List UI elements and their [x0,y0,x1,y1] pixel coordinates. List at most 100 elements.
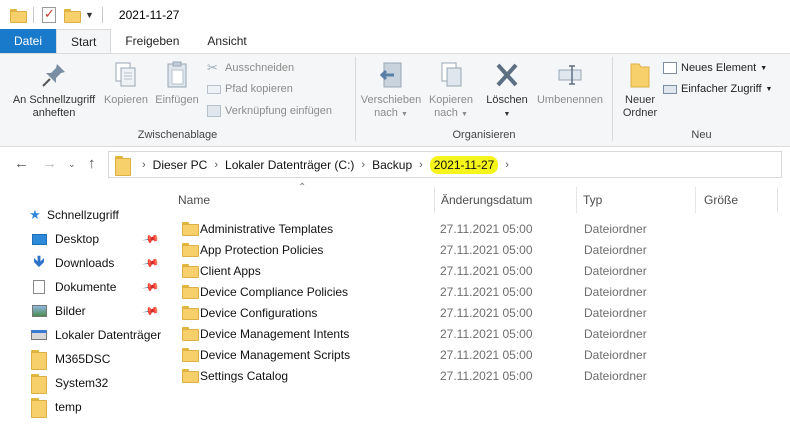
file-date: 27.11.2021 05:00 [440,326,533,341]
file-type: Dateiordner [584,347,647,362]
file-name: Settings Catalog [200,368,289,383]
tab-file[interactable]: Datei [0,29,56,53]
column-header-date[interactable]: Änderungsdatum [435,187,576,213]
chevron-right-icon[interactable]: › [361,159,365,171]
copy-to-button[interactable]: Kopieren nach ▼ [426,60,476,121]
new-group-label: Neu [691,129,712,141]
properties-icon[interactable] [42,6,56,23]
sidebar-item-quick-access[interactable]: ★ Schnellzugriff [28,204,119,226]
table-row[interactable]: Device Compliance Policies 27.11.2021 05… [176,281,782,302]
column-header-type[interactable]: Typ [577,187,695,213]
new-folder-line1: Neuer [625,94,655,106]
column-header-name[interactable]: Name [172,187,434,213]
pin-label-line1: An Schnellzugriff [12,94,96,106]
column-divider[interactable] [695,187,696,213]
paste-shortcut-button[interactable]: Verknüpfung einfügen [207,105,332,117]
copy-button[interactable]: Kopieren [102,60,150,107]
file-date: 27.11.2021 05:00 [440,242,533,257]
new-item-button[interactable]: Neues Element ▼ [663,62,767,74]
breadcrumb-current-folder[interactable]: 2021-11-27 [429,155,499,174]
tab-start[interactable]: Start [56,29,112,54]
pin-label-line2: anheften [32,107,76,119]
rename-icon [558,65,582,85]
chevron-right-icon[interactable]: › [214,159,218,171]
pin-quick-access-button[interactable]: An Schnellzugriff anheften [6,60,102,120]
table-row[interactable]: Administrative Templates 27.11.2021 05:0… [176,218,782,239]
breadcrumb-this-pc[interactable]: Dieser PC [153,158,208,172]
copy-path-button[interactable]: Pfad kopieren [207,83,293,95]
pin-icon[interactable]: 📌 [142,278,161,297]
customize-quick-access-dropdown[interactable]: ▼ [85,10,94,20]
easy-access-button[interactable]: Einfacher Zugriff ▼ [663,83,772,95]
file-name: Client Apps [200,263,261,278]
file-type: Dateiordner [584,221,647,236]
sidebar-item-m365dsc[interactable]: M365DSC [30,348,110,370]
sidebar-item-label: temp [55,400,82,414]
file-name: Administrative Templates [200,221,334,236]
file-date: 27.11.2021 05:00 [440,368,533,383]
folder-icon [10,8,27,23]
paste-shortcut-label: Verknüpfung einfügen [225,105,333,117]
easy-access-icon [663,84,677,94]
sidebar-item-documents[interactable]: Dokumente [30,276,116,298]
table-row[interactable]: Device Management Intents 27.11.2021 05:… [176,323,782,344]
table-row[interactable]: Client Apps 27.11.2021 05:00 Dateiordner [176,260,782,281]
address-bar[interactable]: › Dieser PC › Lokaler Datenträger (C:) ›… [108,151,782,178]
pin-icon[interactable]: 📌 [142,302,161,321]
pin-icon[interactable]: 📌 [142,230,161,249]
new-folder-button[interactable]: Neuer Ordner [615,60,665,120]
table-row[interactable]: Settings Catalog 27.11.2021 05:00 Dateio… [176,365,782,386]
column-divider[interactable] [777,187,778,213]
new-folder-line2: Ordner [622,107,658,119]
sidebar-item-desktop[interactable]: Desktop [30,228,99,250]
forward-arrow-icon[interactable]: → [42,155,57,172]
sidebar-item-local-disk[interactable]: Lokaler Datenträger [30,324,161,346]
pin-icon[interactable]: 📌 [142,254,161,273]
breadcrumb-backup[interactable]: Backup [372,158,412,172]
folder-icon [182,327,199,341]
sidebar-item-temp[interactable]: temp [30,396,82,418]
recent-locations-dropdown[interactable]: ⌄ [68,159,76,170]
delete-button[interactable]: Löschen ▼ [482,60,532,121]
sidebar-item-system32[interactable]: System32 [30,372,108,394]
table-row[interactable]: App Protection Policies 27.11.2021 05:00… [176,239,782,260]
new-folder-icon[interactable] [64,8,81,23]
ribbon: An Schnellzugriff anheften Kopieren Einf… [0,53,790,147]
window-title: 2021-11-27 [118,7,180,22]
desktop-icon [30,233,48,245]
rename-button[interactable]: Umbenennen [534,60,606,107]
breadcrumb-local-disk[interactable]: Lokaler Datenträger (C:) [225,158,354,172]
paste-shortcut-icon [207,105,221,117]
folder-icon [182,285,199,299]
back-arrow-icon[interactable]: ← [14,155,29,172]
folder-icon [182,264,199,278]
chevron-right-icon[interactable]: › [419,159,423,171]
move-to-line2: nach [374,107,398,119]
move-to-line1: Verschieben [360,94,422,106]
move-to-button[interactable]: Verschieben nach ▼ [358,60,424,121]
paste-button[interactable]: Einfügen [152,60,202,107]
file-type: Dateiordner [584,284,647,299]
table-row[interactable]: Device Configurations 27.11.2021 05:00 D… [176,302,782,323]
chevron-right-icon[interactable]: › [505,159,509,171]
up-arrow-icon[interactable]: ↑ [88,155,96,172]
organize-group-label: Organisieren [452,129,516,141]
sidebar-item-downloads[interactable]: 🡻 Downloads [30,252,115,274]
folder-icon [30,350,48,370]
delete-dropdown-arrow[interactable]: ▼ [504,111,511,118]
sidebar-item-label: Bilder [55,304,86,318]
sidebar-item-pictures[interactable]: Bilder [30,300,86,322]
table-row[interactable]: Device Management Scripts 27.11.2021 05:… [176,344,782,365]
delete-icon [496,63,518,87]
file-date: 27.11.2021 05:00 [440,284,533,299]
column-header-size[interactable]: Größe [698,187,778,213]
cut-button[interactable]: ✂ Ausschneiden [207,61,294,74]
file-date: 27.11.2021 05:00 [440,263,533,278]
pictures-icon [30,305,48,317]
tab-view[interactable]: Ansicht [193,29,260,53]
chevron-right-icon[interactable]: › [142,159,146,171]
folder-icon [182,348,199,362]
tab-share[interactable]: Freigeben [111,29,193,53]
copy-to-icon [441,62,462,87]
quick-access-toolbar: ▼ [10,6,111,23]
